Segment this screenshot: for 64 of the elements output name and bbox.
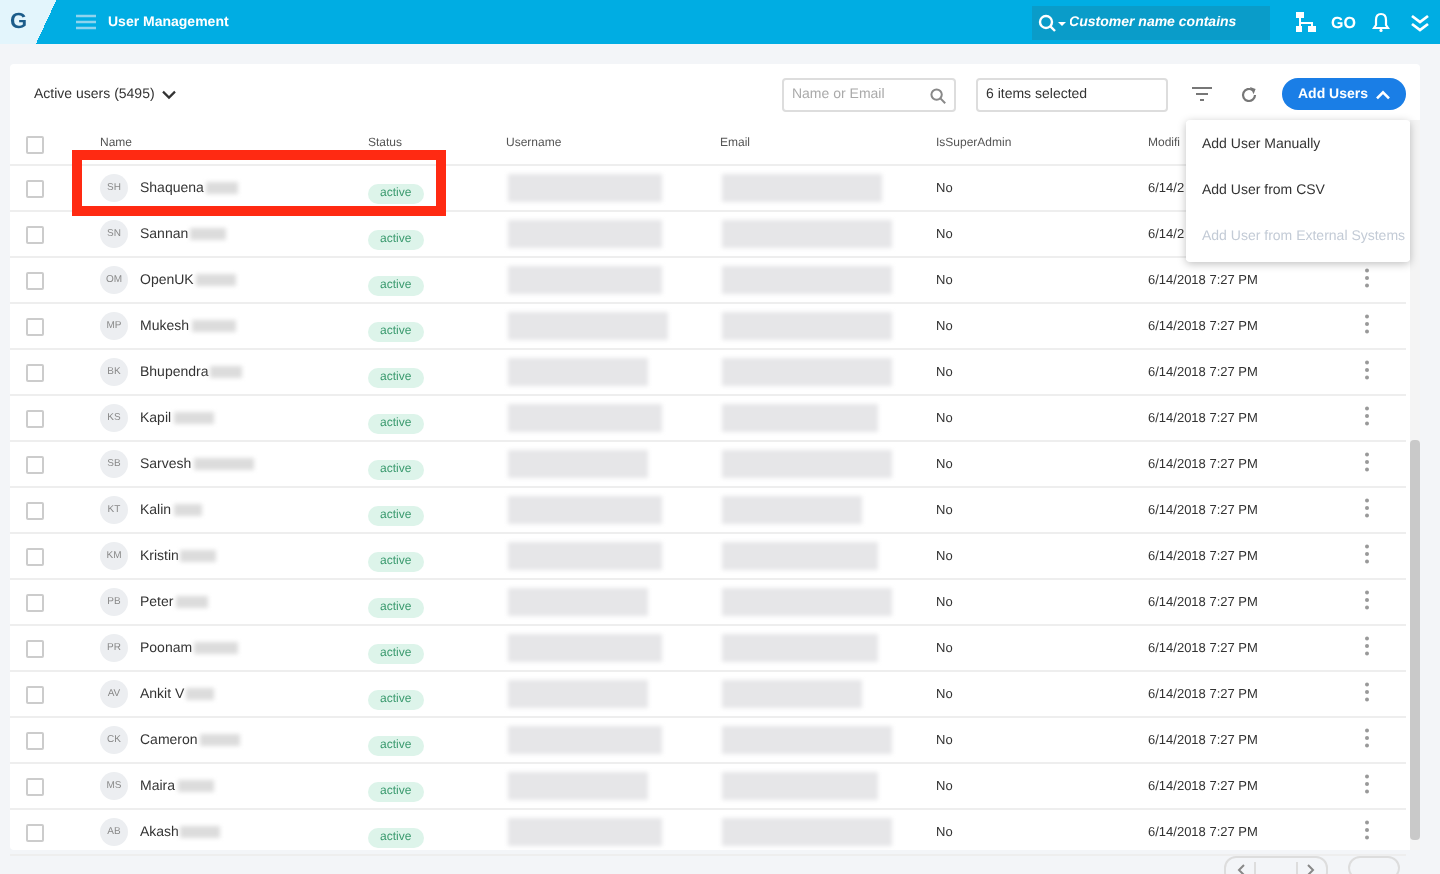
more-icon[interactable] bbox=[1364, 452, 1370, 472]
row-checkbox[interactable] bbox=[26, 685, 44, 703]
more-icon[interactable] bbox=[1364, 406, 1370, 426]
redacted-text bbox=[194, 642, 239, 654]
row-checkbox[interactable] bbox=[26, 455, 44, 473]
refresh-icon[interactable] bbox=[1239, 85, 1258, 103]
row-checkbox[interactable] bbox=[26, 179, 44, 197]
redacted-text bbox=[190, 228, 227, 240]
chevron-down-icon bbox=[162, 89, 177, 99]
redacted-text bbox=[193, 458, 254, 470]
row-checkbox[interactable] bbox=[26, 639, 44, 657]
redacted-text bbox=[508, 450, 648, 478]
row-checkbox[interactable] bbox=[26, 271, 44, 289]
row-checkbox[interactable] bbox=[26, 593, 44, 611]
redacted-text bbox=[508, 772, 648, 800]
next-icon[interactable] bbox=[1306, 864, 1316, 874]
redacted-text bbox=[173, 412, 214, 424]
redacted-text bbox=[186, 688, 215, 700]
double-chevron-icon[interactable] bbox=[1410, 13, 1430, 31]
redacted-text bbox=[180, 826, 221, 838]
redacted-text bbox=[177, 780, 214, 792]
previous-icon[interactable] bbox=[1236, 864, 1246, 874]
more-icon[interactable] bbox=[1364, 268, 1370, 288]
more-icon[interactable] bbox=[1364, 636, 1370, 656]
select-all-checkbox[interactable] bbox=[26, 135, 44, 153]
more-icon[interactable] bbox=[1364, 498, 1370, 518]
redacted-text bbox=[195, 274, 236, 286]
more-icon[interactable] bbox=[1364, 774, 1370, 794]
search-icon bbox=[1037, 13, 1066, 31]
row-checkbox[interactable] bbox=[26, 225, 44, 243]
redacted-text bbox=[173, 504, 202, 516]
redacted-text bbox=[205, 182, 238, 194]
scrollbar[interactable] bbox=[1410, 120, 1420, 850]
search-icon bbox=[929, 87, 946, 103]
redacted-text bbox=[180, 550, 217, 562]
more-icon[interactable] bbox=[1364, 360, 1370, 380]
redacted-text bbox=[175, 596, 208, 608]
bell-icon[interactable] bbox=[1372, 12, 1390, 32]
redacted-text bbox=[210, 366, 243, 378]
menu-icon[interactable] bbox=[76, 14, 96, 30]
more-icon[interactable] bbox=[1364, 590, 1370, 610]
more-icon[interactable] bbox=[1364, 314, 1370, 334]
redacted-text bbox=[508, 588, 648, 616]
more-icon[interactable] bbox=[1364, 682, 1370, 702]
redacted-text bbox=[508, 358, 648, 386]
row-checkbox[interactable] bbox=[26, 547, 44, 565]
more-icon[interactable] bbox=[1364, 728, 1370, 748]
row-checkbox[interactable] bbox=[26, 409, 44, 427]
redacted-text bbox=[508, 680, 648, 708]
row-checkbox[interactable] bbox=[26, 317, 44, 335]
row-checkbox[interactable] bbox=[26, 823, 44, 841]
row-checkbox[interactable] bbox=[26, 501, 44, 519]
more-icon[interactable] bbox=[1364, 544, 1370, 564]
logo[interactable]: G bbox=[0, 0, 60, 44]
row-checkbox[interactable] bbox=[26, 363, 44, 381]
row-checkbox[interactable] bbox=[26, 777, 44, 795]
more-icon[interactable] bbox=[1364, 820, 1370, 840]
redacted-text bbox=[722, 496, 862, 524]
row-checkbox[interactable] bbox=[26, 731, 44, 749]
redacted-text bbox=[722, 680, 862, 708]
redacted-text bbox=[191, 320, 236, 332]
filter-icon[interactable] bbox=[1191, 86, 1212, 102]
hierarchy-icon[interactable] bbox=[1295, 12, 1316, 32]
redacted-text bbox=[199, 734, 240, 746]
